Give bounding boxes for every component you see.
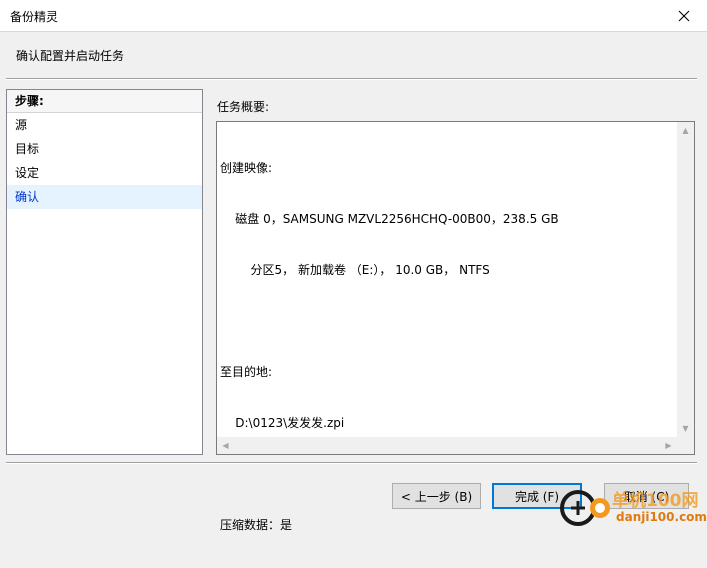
- step-item-settings[interactable]: 设定: [7, 161, 202, 185]
- summary-label: 任务概要:: [217, 100, 270, 114]
- watermark: 单机100网 danji100.com: [558, 484, 707, 528]
- step-item-confirm[interactable]: 确认: [7, 185, 202, 209]
- back-button[interactable]: < 上一步 (B): [392, 483, 481, 509]
- summary-line: 创建映像:: [220, 161, 273, 175]
- summary-line: [220, 466, 676, 483]
- watermark-site: danji100.com: [616, 510, 707, 524]
- footer-divider: [6, 462, 697, 464]
- summary-textbox[interactable]: 创建映像: 磁盘 0，SAMSUNG MZVL2256HCHQ-00B00，23…: [216, 121, 695, 532]
- step-item-source[interactable]: 源: [7, 113, 202, 137]
- close-button[interactable]: [661, 0, 707, 31]
- scroll-down-icon[interactable]: ▼: [677, 420, 694, 437]
- header-divider: [6, 78, 697, 80]
- horizontal-scrollbar[interactable]: ◀ ▶: [217, 437, 677, 454]
- title-bar: 备份精灵: [0, 0, 707, 32]
- scroll-up-icon[interactable]: ▲: [677, 122, 694, 139]
- scroll-corner: [677, 437, 694, 454]
- summary-line: [220, 313, 676, 330]
- vertical-scrollbar[interactable]: ▲ ▼: [677, 122, 694, 437]
- steps-header: 步骤:: [7, 90, 202, 113]
- scroll-left-icon[interactable]: ◀: [217, 437, 234, 454]
- summary-line: 分区5， 新加载卷 （E:）， 10.0 GB， NTFS: [220, 263, 490, 277]
- summary-line: D:\0123\发发发.zpi: [220, 416, 345, 430]
- step-item-target[interactable]: 目标: [7, 137, 202, 161]
- close-icon: [678, 10, 690, 21]
- summary-content: 创建映像: 磁盘 0，SAMSUNG MZVL2256HCHQ-00B00，23…: [220, 126, 676, 532]
- page-subtitle: 确认配置并启动任务: [16, 49, 125, 63]
- steps-panel: 步骤: 源 目标 设定 确认: [6, 89, 203, 455]
- summary-line: 至目的地:: [220, 365, 273, 379]
- watermark-logo-icon: [560, 490, 610, 526]
- window-title: 备份精灵: [10, 10, 59, 24]
- summary-line: 磁盘 0，SAMSUNG MZVL2256HCHQ-00B00，238.5 GB: [220, 212, 559, 226]
- watermark-brand: 单机100网: [612, 491, 699, 511]
- scroll-right-icon[interactable]: ▶: [660, 437, 677, 454]
